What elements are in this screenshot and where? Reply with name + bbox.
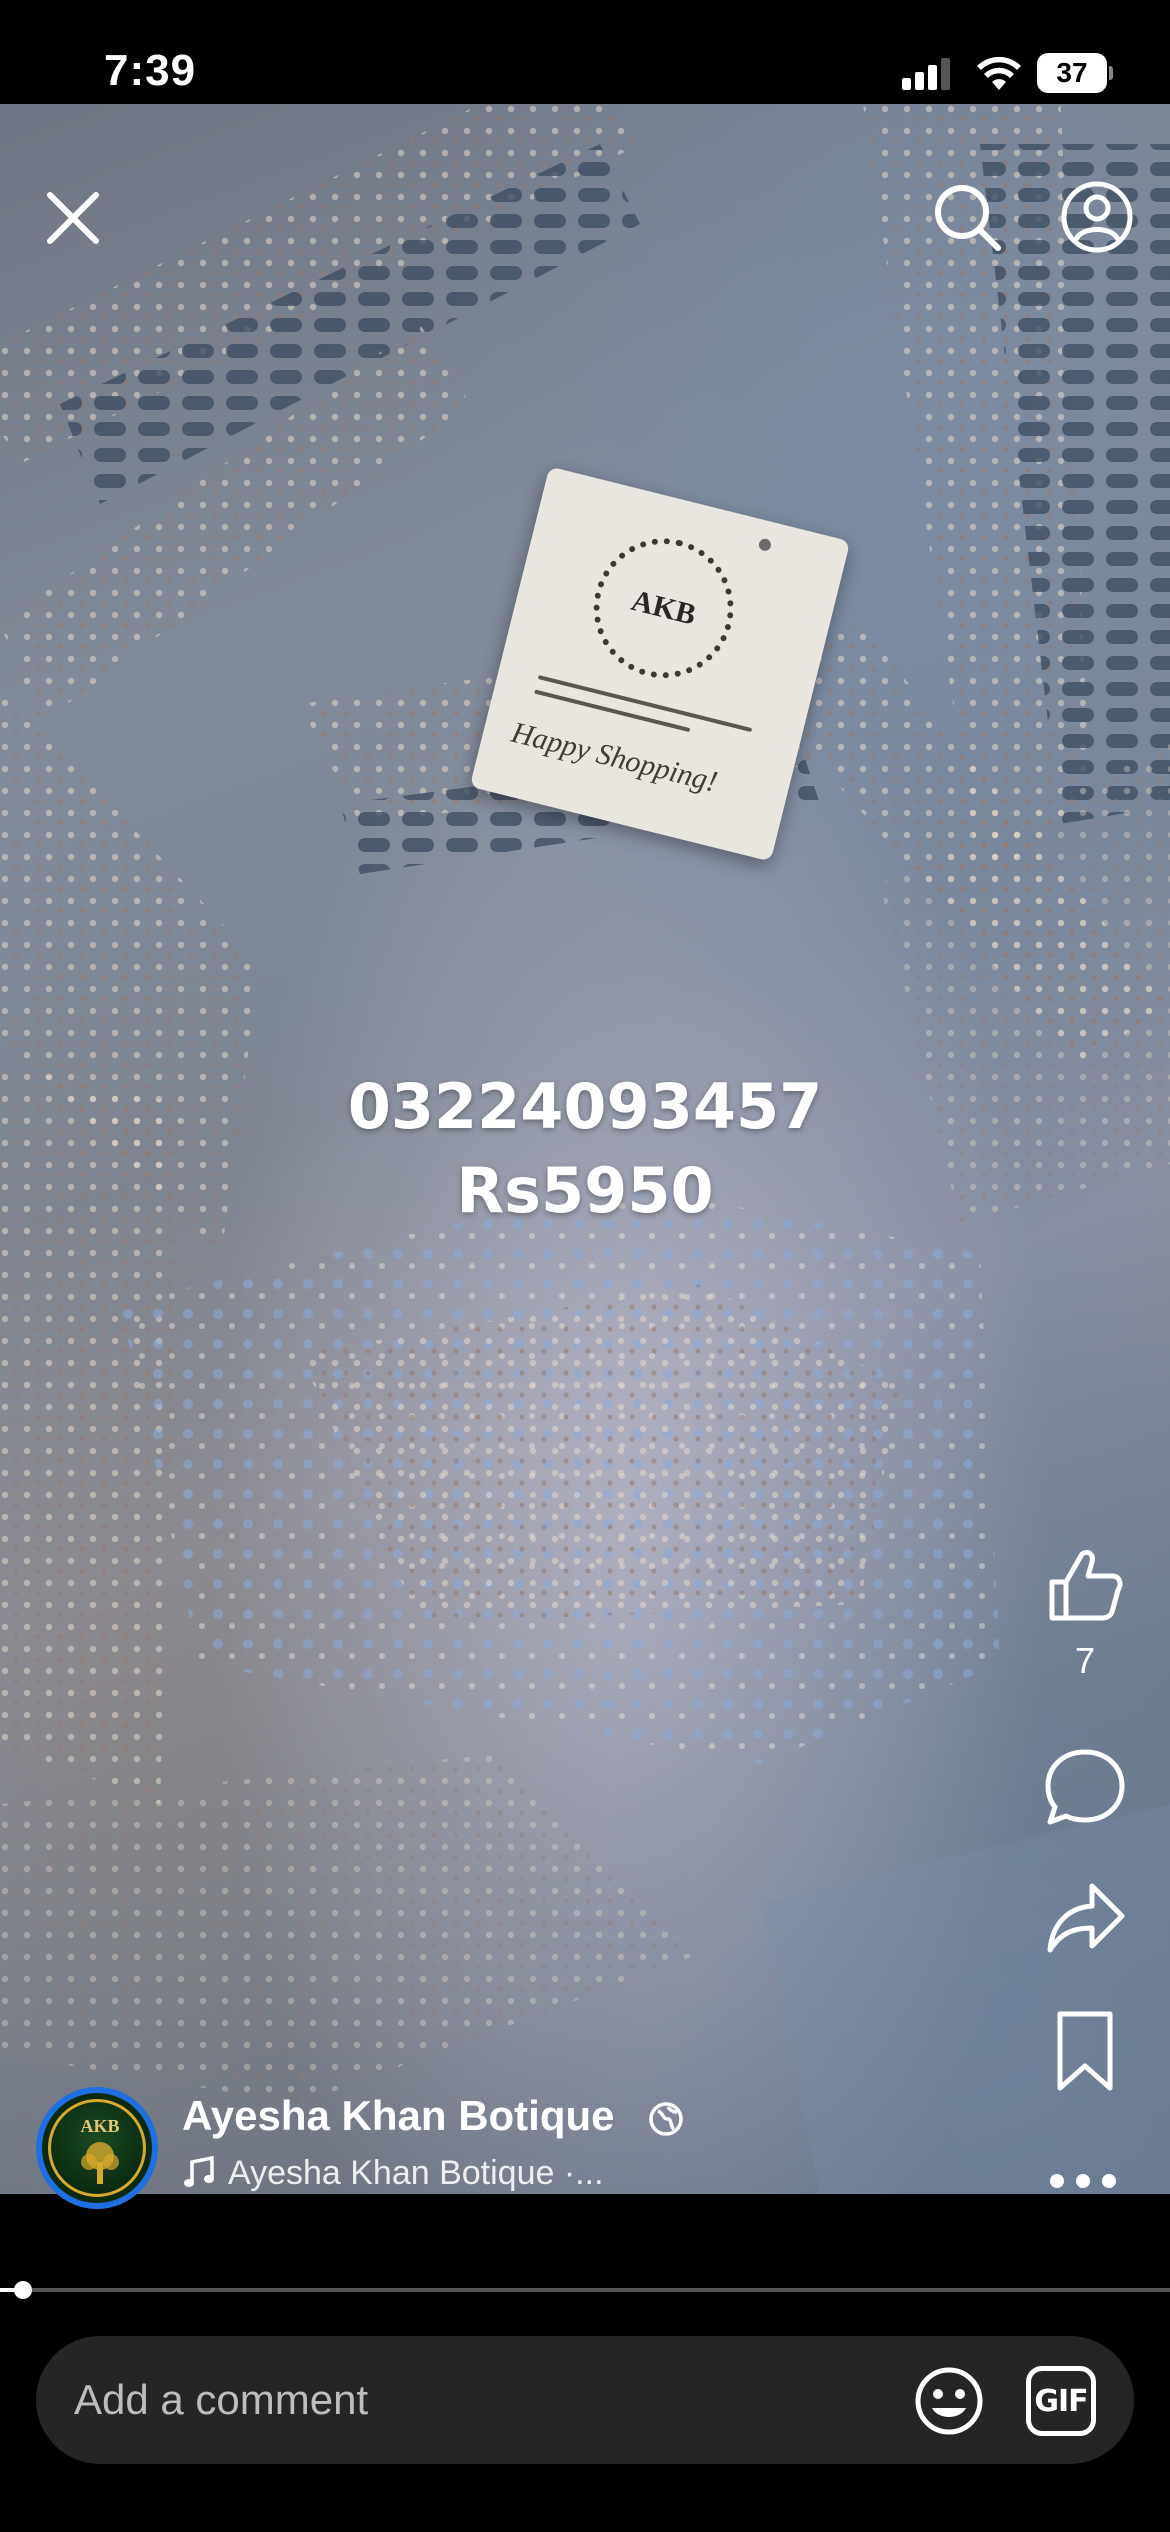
status-time: 7:39 xyxy=(104,46,197,95)
gif-button[interactable]: GIF xyxy=(1026,2366,1096,2436)
emoji-icon[interactable] xyxy=(914,2366,984,2436)
close-icon[interactable] xyxy=(40,185,106,251)
share-icon[interactable] xyxy=(1042,1876,1128,1962)
embroidered-fabric-image xyxy=(0,104,1170,2194)
tree-logo-icon xyxy=(81,2142,119,2184)
video-player[interactable]: AKB Happy Shopping! 03224093457 Rs5950 xyxy=(0,104,1170,2194)
search-icon[interactable] xyxy=(930,180,1004,254)
battery-level: 37 xyxy=(1037,53,1107,93)
status-bar: 7:39 37 xyxy=(0,0,1170,104)
like-icon[interactable] xyxy=(1042,1542,1128,1628)
price-text: Rs5950 xyxy=(456,1154,714,1227)
phone-number-text: 03224093457 xyxy=(347,1070,823,1143)
profile-icon[interactable] xyxy=(1060,180,1134,254)
battery-icon: 37 xyxy=(1037,53,1113,93)
wifi-icon xyxy=(977,56,1021,90)
music-note-icon xyxy=(184,2156,214,2187)
globe-icon xyxy=(649,2102,683,2136)
author-name[interactable]: Ayesha Khan Botique xyxy=(182,2092,615,2140)
more-icon[interactable] xyxy=(1050,2168,1122,2192)
progress-knob[interactable] xyxy=(14,2281,33,2299)
tag-logo: AKB xyxy=(578,523,749,694)
avatar[interactable]: AKB xyxy=(36,2087,158,2209)
comment-bar: GIF xyxy=(36,2336,1134,2464)
like-count: 7 xyxy=(1074,1640,1096,1681)
audio-track-name[interactable]: Ayesha Khan Botique ·... xyxy=(228,2154,604,2193)
comment-icon[interactable] xyxy=(1042,1744,1128,1830)
comment-input[interactable] xyxy=(74,2372,894,2428)
cellular-signal-icon xyxy=(902,58,952,90)
avatar-logo-text: AKB xyxy=(80,2116,120,2136)
bookmark-icon[interactable] xyxy=(1042,2008,1128,2094)
video-progress-bar[interactable] xyxy=(0,2281,1170,2299)
